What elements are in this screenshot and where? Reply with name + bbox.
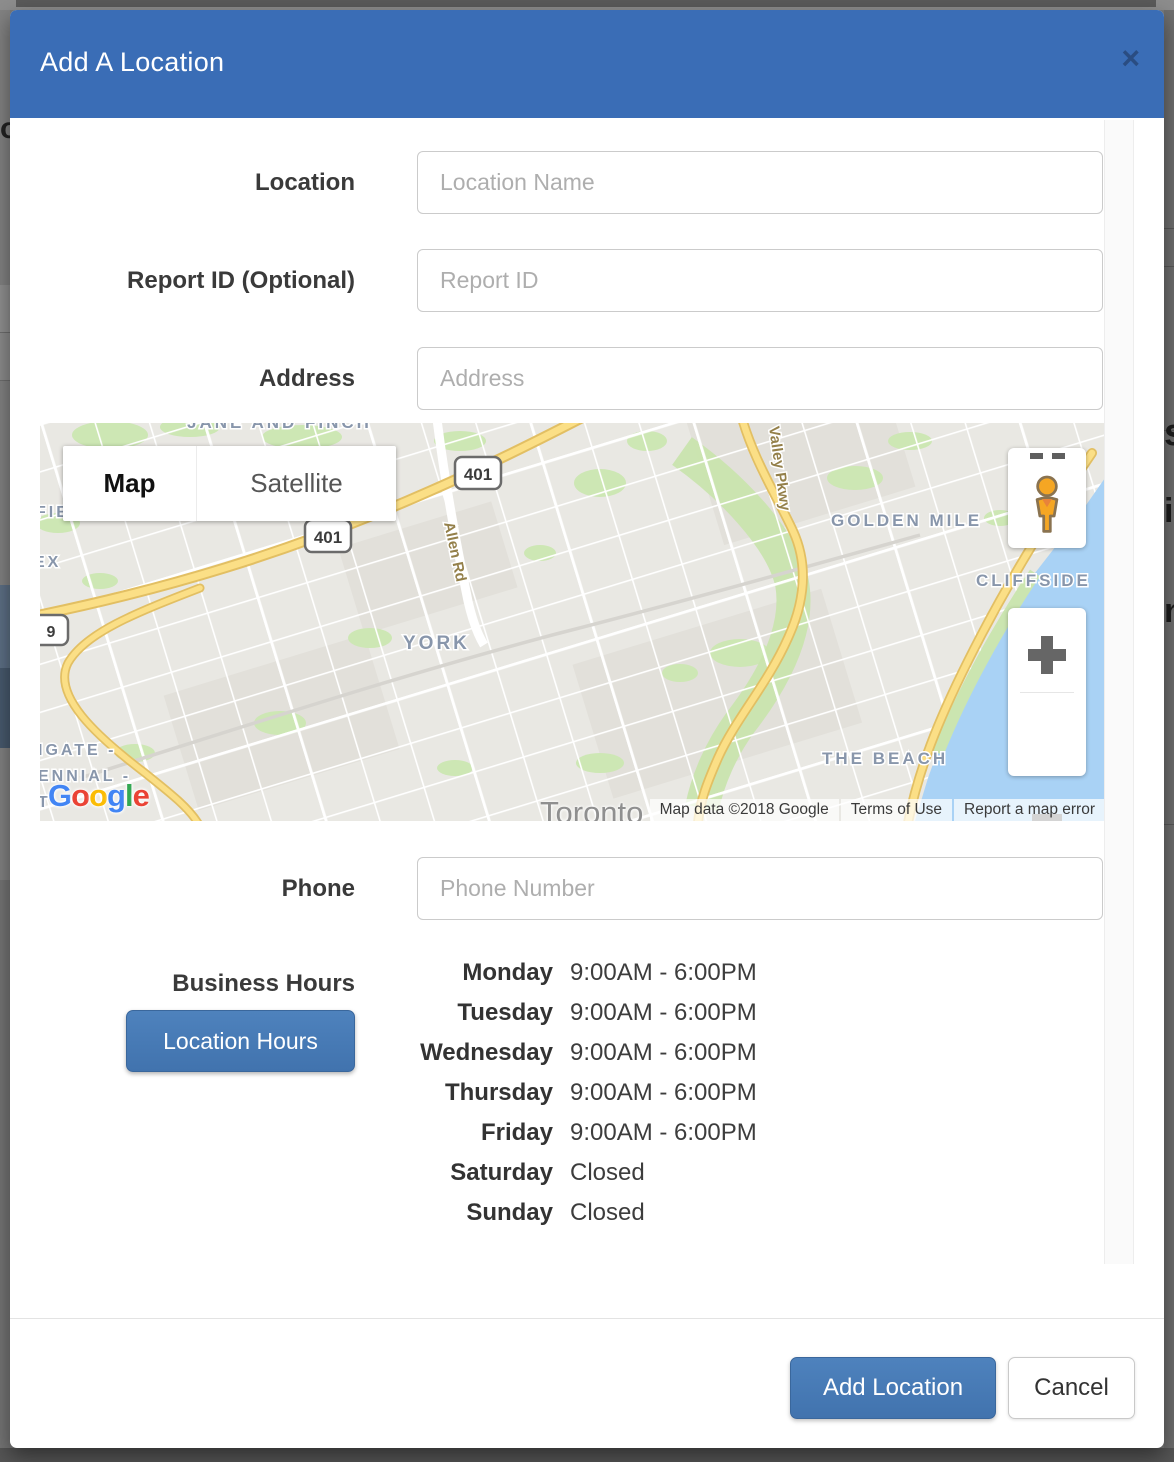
- zoom-out-button[interactable]: [1008, 692, 1086, 776]
- day-label: Tuesday: [340, 993, 553, 1033]
- map-type-map-button[interactable]: Map: [63, 446, 196, 521]
- hours-row: Friday 9:00AM - 6:00PM: [340, 1113, 757, 1153]
- logo-letter: e: [133, 778, 149, 813]
- plus-icon: [1041, 636, 1053, 674]
- day-label: Wednesday: [340, 1033, 553, 1073]
- map-label-york: YORK: [403, 633, 470, 654]
- background-row: [0, 585, 10, 668]
- map-label-cliffside: CLIFFSIDE: [976, 571, 1091, 590]
- hours-row: Sunday Closed: [340, 1193, 757, 1233]
- background-text-fragment: s: [1164, 412, 1174, 455]
- logo-letter: o: [71, 778, 89, 813]
- map-label-clipped-left: EX: [40, 554, 61, 571]
- hours-row: Tuesday 9:00AM - 6:00PM: [340, 993, 757, 1033]
- fullscreen-icon-fragment: [1052, 453, 1065, 459]
- close-icon[interactable]: ×: [1121, 42, 1140, 74]
- add-location-modal: Add A Location × Location Report ID (Opt…: [10, 10, 1164, 1448]
- highway-shield-401: 401: [455, 457, 501, 489]
- google-logo[interactable]: Google: [48, 778, 149, 814]
- background-row: [0, 285, 10, 333]
- background-divider: [1164, 824, 1174, 825]
- background-text-fragment: n: [1164, 592, 1174, 631]
- day-label: Thursday: [340, 1073, 553, 1113]
- day-label: Sunday: [340, 1193, 553, 1233]
- hours-row: Saturday Closed: [340, 1153, 757, 1193]
- background-page-right: s i n: [1164, 10, 1174, 1448]
- day-hours: Closed: [570, 1153, 645, 1193]
- logo-letter: g: [107, 778, 125, 813]
- background-row: [0, 880, 10, 1448]
- location-name-input[interactable]: [417, 151, 1103, 214]
- logo-letter: G: [48, 778, 71, 813]
- background-text-fragment: i: [1164, 492, 1173, 531]
- phone-number-input[interactable]: [417, 857, 1103, 920]
- address-label: Address: [10, 347, 355, 410]
- phone-label: Phone: [10, 857, 355, 920]
- day-hours: 9:00AM - 6:00PM: [570, 993, 757, 1033]
- logo-letter: o: [89, 778, 107, 813]
- report-map-error-link[interactable]: Report a map error: [954, 799, 1105, 821]
- location-label: Location: [10, 151, 355, 214]
- modal-header: Add A Location ×: [10, 10, 1164, 118]
- pegman-icon: [1025, 474, 1069, 536]
- location-hours-button[interactable]: Location Hours: [126, 1010, 355, 1072]
- background-row: [0, 668, 10, 748]
- day-label: Saturday: [340, 1153, 553, 1193]
- highway-shield-401: 401: [305, 520, 351, 552]
- background-header-bar: [16, 0, 1156, 7]
- add-location-button[interactable]: Add Location: [790, 1357, 996, 1419]
- background-divider: [1164, 228, 1174, 229]
- background-text-fragment: o: [0, 112, 10, 146]
- map-label-clipped-bottom-left: IGATE -: [40, 742, 116, 759]
- logo-letter: l: [125, 778, 133, 813]
- day-label: Friday: [340, 1113, 553, 1153]
- business-hours-label: Business Hours: [10, 970, 355, 998]
- day-hours: 9:00AM - 6:00PM: [570, 953, 757, 993]
- address-input[interactable]: [417, 347, 1103, 410]
- background-page-bottom: [0, 1448, 1174, 1462]
- pegman-control[interactable]: [1008, 448, 1086, 548]
- google-map[interactable]: JANE AND FINCH FIE EX GOLDEN MILE CLIFFS…: [40, 423, 1105, 821]
- map-label-jane-and-finch: JANE AND FINCH: [187, 423, 372, 432]
- modal-title: Add A Location: [40, 47, 224, 78]
- map-label-the-beach: THE BEACH: [822, 749, 948, 768]
- day-hours: 9:00AM - 6:00PM: [570, 1073, 757, 1113]
- footer-divider: [10, 1318, 1164, 1319]
- map-label-golden-mile: GOLDEN MILE: [831, 511, 982, 530]
- day-hours: 9:00AM - 6:00PM: [570, 1033, 757, 1073]
- svg-text:401: 401: [314, 528, 342, 547]
- hours-row: Thursday 9:00AM - 6:00PM: [340, 1073, 757, 1113]
- background-page-left: o: [0, 10, 10, 1448]
- map-label-toronto: Toronto: [540, 795, 643, 821]
- report-id-input[interactable]: [417, 249, 1103, 312]
- svg-text:9: 9: [47, 624, 56, 641]
- cancel-button[interactable]: Cancel: [1008, 1357, 1135, 1419]
- map-attribution: Map data ©2018 Google Terms of Use Repor…: [650, 799, 1105, 821]
- background-page-top: [0, 0, 1174, 10]
- modal-scrollbar-track[interactable]: [1104, 120, 1134, 1264]
- terms-of-use-link[interactable]: Terms of Use: [841, 799, 952, 821]
- day-hours: Closed: [570, 1193, 645, 1233]
- map-type-satellite-button[interactable]: Satellite: [196, 446, 396, 521]
- svg-text:401: 401: [464, 465, 492, 484]
- highway-shield-9: 9: [40, 615, 68, 645]
- zoom-in-button[interactable]: [1008, 608, 1086, 692]
- hours-row: Monday 9:00AM - 6:00PM: [340, 953, 757, 993]
- hours-row: Wednesday 9:00AM - 6:00PM: [340, 1033, 757, 1073]
- background-divider: [1164, 266, 1174, 267]
- fullscreen-icon-fragment: [1030, 453, 1043, 459]
- report-id-label: Report ID (Optional): [10, 249, 355, 312]
- map-data-copyright: Map data ©2018 Google: [650, 799, 839, 821]
- day-label: Monday: [340, 953, 553, 993]
- background-row: [0, 333, 10, 381]
- business-hours-list: Monday 9:00AM - 6:00PM Tuesday 9:00AM - …: [340, 953, 757, 1233]
- day-hours: 9:00AM - 6:00PM: [570, 1113, 757, 1153]
- zoom-control: [1008, 608, 1086, 776]
- map-type-control: Map Satellite: [63, 446, 396, 521]
